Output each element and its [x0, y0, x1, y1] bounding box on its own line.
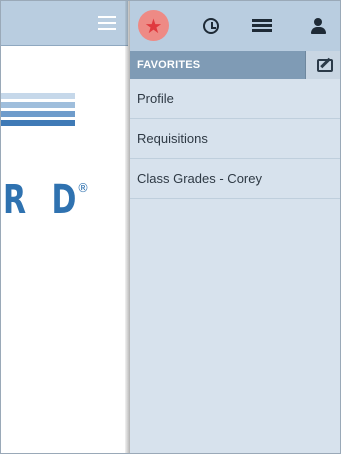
list-icon [252, 18, 272, 34]
favorite-item-class-grades[interactable]: Class Grades - Corey [130, 159, 340, 199]
star-icon: ★ [144, 13, 163, 38]
edit-favorites-button[interactable] [305, 51, 340, 79]
section-title: FAVORITES [137, 59, 201, 71]
tab-favorites[interactable]: ★ [138, 10, 169, 41]
app-frame: R D ® ★ FAVORITES Profile Requisitions C… [0, 0, 341, 454]
clock-icon [203, 18, 219, 34]
edit-icon [316, 58, 333, 72]
logo-stripe [1, 102, 75, 108]
favorite-item-label: Class Grades - Corey [137, 171, 262, 186]
background-header [1, 1, 128, 46]
favorite-item-requisitions[interactable]: Requisitions [130, 119, 340, 159]
logo-stripe [1, 111, 75, 117]
favorite-item-profile[interactable]: Profile [130, 79, 340, 119]
registered-mark: ® [77, 181, 89, 195]
hamburger-icon[interactable] [98, 16, 116, 30]
favorites-list: Profile Requisitions Class Grades - Core… [130, 79, 340, 199]
tab-list[interactable] [247, 11, 277, 41]
section-header: FAVORITES [130, 51, 340, 79]
logo-text: R D [3, 177, 84, 223]
person-icon [310, 18, 326, 34]
panel-tab-bar: ★ [130, 1, 340, 51]
favorites-panel: ★ FAVORITES Profile Requisitions Class G… [130, 1, 340, 453]
favorite-item-label: Requisitions [137, 131, 208, 146]
tab-account[interactable] [303, 11, 333, 41]
logo-stripe [1, 93, 75, 99]
favorite-item-label: Profile [137, 91, 174, 106]
logo-stripes [1, 93, 75, 129]
background-app: R D ® [1, 1, 128, 453]
logo-stripe [1, 120, 75, 126]
tab-history[interactable] [196, 11, 226, 41]
